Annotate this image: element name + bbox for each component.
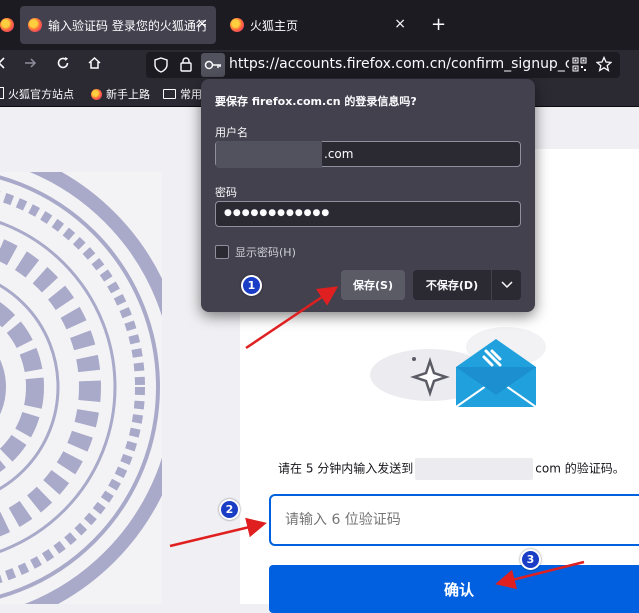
annotation-arrow-3 (495, 560, 585, 590)
annotation-badge-1: 1 (241, 275, 262, 296)
annotation-arrow-2 (169, 517, 267, 548)
annotation-arrows (169, 286, 585, 590)
annotation-badge-2: 2 (219, 499, 240, 520)
annotation-badge-3: 3 (520, 549, 541, 570)
annotation-arrow-1 (245, 286, 339, 350)
